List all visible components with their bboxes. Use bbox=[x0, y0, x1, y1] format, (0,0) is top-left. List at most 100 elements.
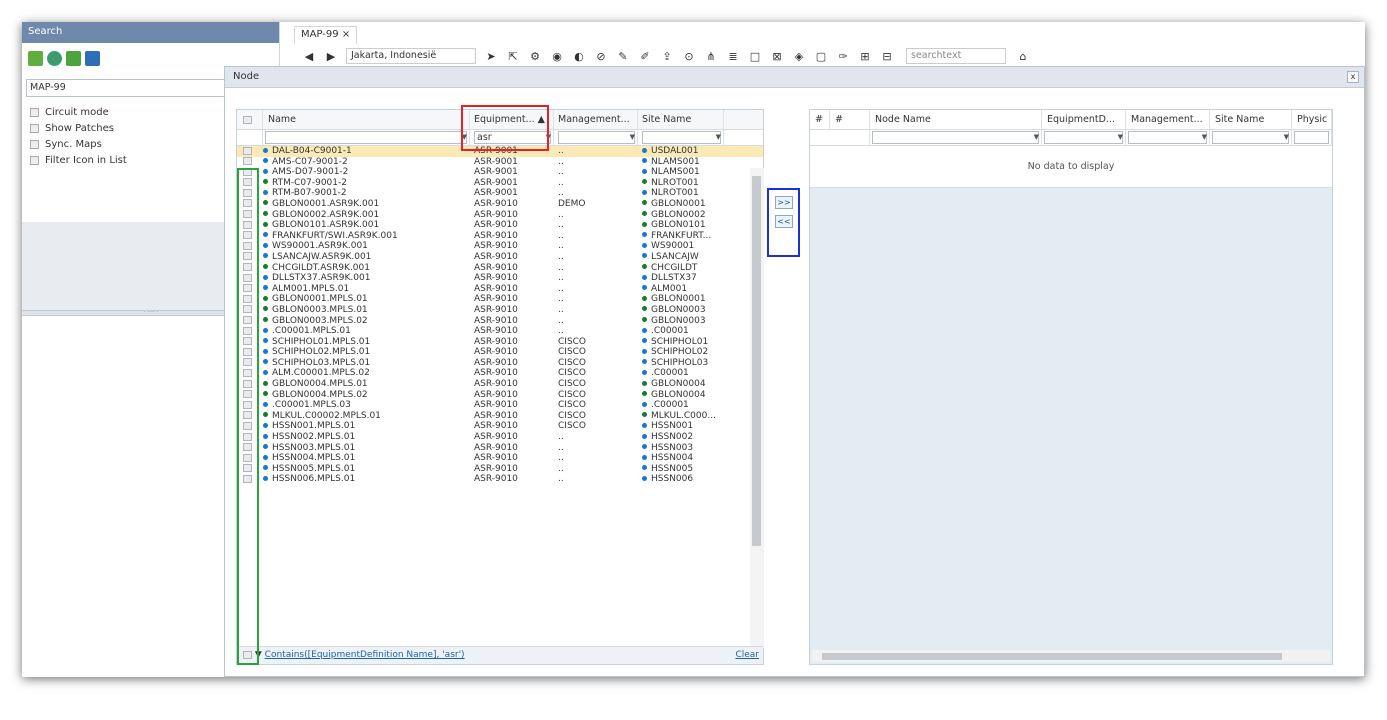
filter-name-input[interactable] bbox=[265, 131, 467, 144]
table-row[interactable]: HSSN004.MPLS.01 ASR-9010.. HSSN004 bbox=[237, 453, 763, 464]
filter-management-input[interactable] bbox=[558, 131, 635, 144]
checkbox[interactable] bbox=[30, 155, 39, 165]
table-row[interactable]: .C00001.MPLS.01 ASR-9010.. .C00001 bbox=[237, 326, 763, 337]
checkbox[interactable] bbox=[30, 123, 39, 133]
table-row[interactable]: MLKUL.C00002.MPLS.01 ASR-9010 CISCO MLKUL.C… bbox=[237, 411, 763, 422]
table-row[interactable]: SCHIPHOL01.MPLS.01 ASR-9010 CISCO SCHIPHOL0… bbox=[237, 337, 763, 348]
table-row[interactable]: CHCGILDT.ASR9K.001 ASR-9010.. CHCGILDT bbox=[237, 263, 763, 274]
table-row[interactable]: GBLON0001.ASR9K.001 ASR-9010 DEMO GBLON0001 bbox=[237, 199, 763, 210]
funnel-icon[interactable]: ▼ bbox=[1118, 133, 1123, 141]
window-icon[interactable]: □ bbox=[744, 50, 766, 63]
forward-icon[interactable]: ▶ bbox=[320, 50, 342, 63]
view-icon[interactable]: ◉ bbox=[546, 50, 568, 63]
checkbox[interactable] bbox=[30, 139, 39, 149]
horizontal-scrollbar[interactable] bbox=[812, 650, 1330, 662]
dialog-close-button[interactable]: x bbox=[1347, 71, 1359, 83]
location-input[interactable]: Jakarta, Indonesië bbox=[346, 48, 476, 64]
table-row[interactable]: GBLON0004.MPLS.02 ASR-9010 CISCO GBLON0004 bbox=[237, 390, 763, 401]
target-icon[interactable]: ⊙ bbox=[678, 50, 700, 63]
bank-icon[interactable]: ⌂ bbox=[1012, 50, 1034, 63]
column-header-name[interactable]: Name bbox=[263, 110, 470, 129]
remove-all-button[interactable]: << bbox=[775, 215, 793, 228]
scroll-thumb[interactable] bbox=[822, 653, 1282, 660]
column-header-equipment[interactable]: EquipmentD... bbox=[1042, 110, 1126, 129]
table-row[interactable]: ALM001.MPLS.01 ASR-9010.. ALM001 bbox=[237, 284, 763, 295]
funnel-icon[interactable]: ▼ bbox=[630, 133, 635, 141]
table-row[interactable]: HSSN005.MPLS.01 ASR-9010.. HSSN005 bbox=[237, 464, 763, 475]
table-row[interactable]: GBLON0002.ASR9K.001 ASR-9010.. GBLON0002 bbox=[237, 210, 763, 221]
filter-expression-link[interactable]: Contains([EquipmentDefinition Name], 'as… bbox=[265, 650, 465, 660]
checkbox[interactable] bbox=[30, 107, 39, 117]
table-row[interactable]: HSSN002.MPLS.01 ASR-9010.. HSSN002 bbox=[237, 432, 763, 443]
table-row[interactable]: LSANCAJW.ASR9K.001 ASR-9010.. LSANCAJW bbox=[237, 252, 763, 263]
table-row[interactable]: GBLON0004.MPLS.01 ASR-9010 CISCO GBLON0004 bbox=[237, 379, 763, 390]
settings-icon[interactable]: ⚙ bbox=[524, 50, 546, 63]
column-header-site-name[interactable]: Site Name bbox=[1210, 110, 1292, 129]
column-header-management[interactable]: Management... bbox=[1126, 110, 1210, 129]
binoculars-icon[interactable] bbox=[85, 51, 100, 66]
clear-filter-link[interactable]: Clear bbox=[735, 650, 759, 660]
add-all-button[interactable]: >> bbox=[775, 196, 793, 209]
table-row[interactable]: HSSN003.MPLS.01 ASR-9010.. HSSN003 bbox=[237, 443, 763, 454]
table-row[interactable]: GBLON0101.ASR9K.001 ASR-9010.. GBLON0101 bbox=[237, 220, 763, 231]
table-row[interactable]: RTM-C07-9001-2 ASR-9001.. NLROT001 bbox=[237, 178, 763, 189]
tab-map[interactable]: MAP-99 × bbox=[294, 26, 358, 44]
column-header-node-name[interactable]: Node Name bbox=[870, 110, 1042, 129]
search-input[interactable]: searchtext bbox=[906, 48, 1006, 64]
table-row[interactable]: GBLON0003.MPLS.01 ASR-9010.. GBLON0003 bbox=[237, 305, 763, 316]
table-row[interactable]: GBLON0003.MPLS.02 ASR-9010.. GBLON0003 bbox=[237, 316, 763, 327]
table-row[interactable]: HSSN001.MPLS.01 ASR-9010 CISCO HSSN001 bbox=[237, 421, 763, 432]
table-row[interactable]: SCHIPHOL02.MPLS.01 ASR-9010 CISCO SCHIPHOL0… bbox=[237, 347, 763, 358]
row-checkbox[interactable] bbox=[237, 146, 263, 157]
table-row[interactable]: ALM.C00001.MPLS.02 ASR-9010 CISCO .C00001 bbox=[237, 368, 763, 379]
tool-icon-3[interactable] bbox=[66, 51, 81, 66]
database-icon[interactable]: ≣ bbox=[722, 50, 744, 63]
eraser-icon[interactable]: ✐ bbox=[634, 50, 656, 63]
funnel-icon[interactable]: ▼ bbox=[1202, 133, 1207, 141]
locate-icon[interactable]: ➤ bbox=[480, 50, 502, 63]
minus-box-icon[interactable]: ⊟ bbox=[876, 50, 898, 63]
vertical-scrollbar[interactable] bbox=[750, 168, 764, 648]
upload-icon[interactable]: ⇪ bbox=[656, 50, 678, 63]
filter-input[interactable] bbox=[1128, 131, 1207, 144]
cube-icon[interactable]: ◈ bbox=[788, 50, 810, 63]
column-header-number[interactable]: # bbox=[830, 110, 870, 129]
table-row[interactable]: DLLSTX37.ASR9K.001 ASR-9010.. DLLSTX37 bbox=[237, 273, 763, 284]
hierarchy-icon[interactable]: ⋔ bbox=[700, 50, 722, 63]
scroll-thumb[interactable] bbox=[752, 176, 761, 546]
column-header-hash[interactable]: # bbox=[810, 110, 830, 129]
funnel-icon[interactable]: ▼ bbox=[1034, 133, 1039, 141]
row-checkbox[interactable] bbox=[237, 157, 263, 168]
column-header-physical[interactable]: Physic bbox=[1292, 110, 1332, 129]
wrench-icon[interactable]: ✑ bbox=[832, 50, 854, 63]
filter-input[interactable] bbox=[1212, 131, 1289, 144]
table-row[interactable]: HSSN006.MPLS.01 ASR-9010.. HSSN006 bbox=[237, 474, 763, 485]
close-box-icon[interactable]: ⊠ bbox=[766, 50, 788, 63]
plus-box-icon[interactable]: ⊞ bbox=[854, 50, 876, 63]
hide-icon[interactable]: ⊘ bbox=[590, 50, 612, 63]
filter-input[interactable] bbox=[1044, 131, 1123, 144]
table-row[interactable]: RTM-B07-9001-2 ASR-9001.. NLROT001 bbox=[237, 188, 763, 199]
tool-icon-1[interactable] bbox=[28, 51, 43, 66]
pencil-icon[interactable]: ✎ bbox=[612, 50, 634, 63]
funnel-icon[interactable]: ▼ bbox=[1284, 133, 1289, 141]
table-row[interactable]: .C00001.MPLS.03 ASR-9010 CISCO .C00001 bbox=[237, 400, 763, 411]
table-row[interactable]: AMS-D07-9001-2 ASR-9001.. NLAMS001 bbox=[237, 167, 763, 178]
close-icon[interactable]: × bbox=[342, 29, 350, 40]
table-row[interactable]: SCHIPHOL03.MPLS.01 ASR-9010 CISCO SCHIPHOL0… bbox=[237, 358, 763, 369]
tool-icon-2[interactable] bbox=[47, 51, 62, 66]
back-icon[interactable]: ◀ bbox=[298, 50, 320, 63]
table-row[interactable]: WS90001.ASR9K.001 ASR-9010.. WS90001 bbox=[237, 241, 763, 252]
select-all-checkbox[interactable] bbox=[237, 110, 263, 129]
table-row[interactable]: GBLON0001.MPLS.01 ASR-9010.. GBLON0001 bbox=[237, 294, 763, 305]
filter-input[interactable] bbox=[1294, 131, 1329, 144]
globe-icon[interactable]: ◐ bbox=[568, 50, 590, 63]
filter-site-input[interactable] bbox=[642, 131, 721, 144]
funnel-icon[interactable]: ▼ bbox=[716, 133, 721, 141]
table-row[interactable]: FRANKFURT/SWI.ASR9K.001 ASR-9010.. FRANKFU… bbox=[237, 231, 763, 242]
file-icon[interactable]: ▢ bbox=[810, 50, 832, 63]
filter-input[interactable] bbox=[872, 131, 1039, 144]
column-header-management[interactable]: Management... bbox=[554, 110, 638, 129]
column-header-site-name[interactable]: Site Name bbox=[638, 110, 724, 129]
external-link-icon[interactable]: ⇱ bbox=[502, 50, 524, 63]
